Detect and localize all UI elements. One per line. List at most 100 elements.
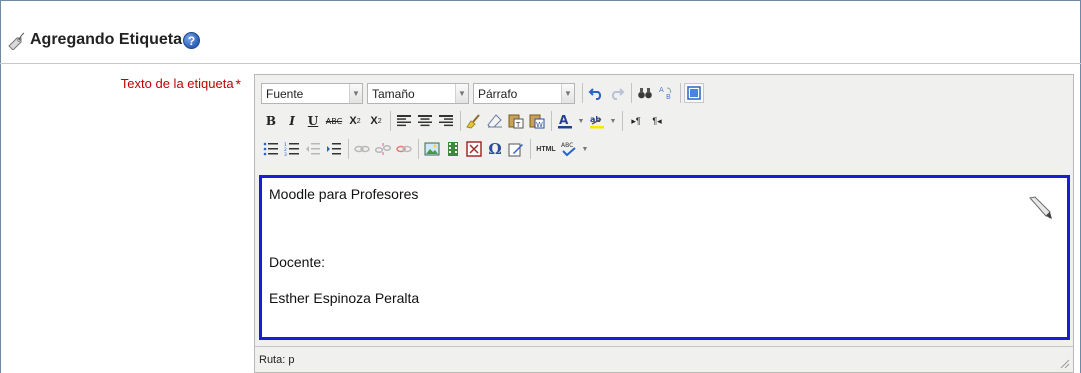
text-color-dropdown[interactable]: ▼: [576, 111, 586, 131]
underline-button[interactable]: U: [303, 111, 323, 131]
bold-button[interactable]: B: [261, 111, 281, 131]
align-right-button[interactable]: [436, 111, 456, 131]
required-asterisk: *: [235, 76, 241, 92]
font-size-value: Tamaño: [372, 86, 415, 101]
font-family-value: Fuente: [266, 86, 304, 101]
edit-table-button[interactable]: [506, 139, 526, 159]
page-title: Agregando Etiqueta: [30, 31, 183, 48]
paste-text-icon: T: [508, 114, 524, 129]
chevron-down-icon: ▼: [609, 117, 617, 125]
paragraph-format-select[interactable]: Párrafo ▼: [473, 82, 575, 104]
superscript-glyph: X: [370, 115, 378, 127]
broom-icon: [466, 114, 480, 129]
spellcheck-icon: ABC: [561, 142, 576, 157]
replace-button[interactable]: AB: [656, 83, 676, 103]
eraser-icon: [487, 114, 502, 128]
rich-text-editor: Fuente ▼ Tamaño ▼ Párrafo ▼ AB B I U ABC…: [254, 74, 1074, 373]
help-icon[interactable]: ?: [183, 31, 201, 49]
redo-button[interactable]: [607, 83, 627, 103]
toolbar-row-2: B I U ABC X2 X2 T W A ▼ ab ▼ ▸¶ ¶◂: [261, 109, 668, 133]
ltr-button[interactable]: ▸¶: [626, 111, 646, 131]
insert-moodle-media-button[interactable]: [464, 139, 484, 159]
chevron-down-icon: ▼: [561, 83, 574, 103]
svg-text:A: A: [659, 86, 664, 94]
toolbar-separator: [680, 83, 681, 103]
toolbar-separator: [460, 111, 461, 131]
find-button[interactable]: [635, 83, 655, 103]
redo-icon: [611, 88, 625, 100]
editor-content-area[interactable]: Moodle para Profesores Docente: Esther E…: [259, 175, 1070, 340]
cleanup-button[interactable]: [464, 111, 484, 131]
align-left-button[interactable]: [394, 111, 414, 131]
highlight-icon: ab: [590, 115, 604, 129]
spellcheck-dropdown[interactable]: ▼: [580, 139, 590, 159]
text-color-button[interactable]: A: [555, 111, 575, 131]
numbered-list-icon: 123: [284, 142, 299, 156]
subscript-button[interactable]: X2: [345, 111, 365, 131]
html-glyph: HTML: [536, 145, 556, 153]
chevron-down-icon: ▼: [455, 83, 468, 103]
image-icon: [424, 142, 440, 156]
align-center-button[interactable]: [415, 111, 435, 131]
paragraph-format-value: Párrafo: [478, 86, 518, 101]
unlink-button[interactable]: [373, 139, 393, 159]
content-line: Moodle para Profesores: [269, 186, 419, 202]
edit-icon: [508, 143, 523, 157]
toolbar-row-3: 123 Ω HTML ABC ▼: [261, 137, 591, 161]
undo-button[interactable]: [586, 83, 606, 103]
spellcheck-button[interactable]: ABC: [559, 139, 579, 159]
remove-format-button[interactable]: [485, 111, 505, 131]
outdent-icon: [306, 143, 320, 155]
anchor-button[interactable]: [394, 139, 414, 159]
chevron-down-icon: ▼: [349, 83, 362, 103]
insert-image-button[interactable]: [422, 139, 442, 159]
strikethrough-glyph: ABC: [325, 116, 343, 126]
special-char-button[interactable]: Ω: [485, 139, 505, 159]
bullet-list-icon: [263, 142, 278, 156]
svg-text:B: B: [666, 93, 671, 101]
svg-text:T: T: [515, 121, 521, 129]
insert-link-button[interactable]: [352, 139, 372, 159]
rtl-glyph: ¶◂: [652, 115, 662, 126]
font-size-select[interactable]: Tamaño ▼: [367, 82, 469, 104]
resize-grip-icon[interactable]: [1058, 357, 1070, 369]
editor-statusbar: Ruta: p: [255, 346, 1073, 372]
html-source-button[interactable]: HTML: [534, 139, 558, 159]
chevron-down-icon: ▼: [581, 145, 589, 153]
numbered-list-button[interactable]: 123: [282, 139, 302, 159]
toolbar-separator: [348, 139, 349, 159]
italic-button[interactable]: I: [282, 111, 302, 131]
indent-button[interactable]: [324, 139, 344, 159]
superscript-button[interactable]: X2: [366, 111, 386, 131]
rtl-button[interactable]: ¶◂: [647, 111, 667, 131]
field-label: Texto de la etiqueta *: [121, 76, 241, 92]
ltr-glyph: ▸¶: [631, 115, 641, 126]
toolbar-separator: [582, 83, 583, 103]
toolbar-separator: [530, 139, 531, 159]
chevron-down-icon: ▼: [577, 117, 585, 125]
fullscreen-icon: [687, 86, 701, 100]
link-icon: [354, 145, 370, 153]
paste-word-button[interactable]: W: [527, 111, 547, 131]
replace-icon: AB: [659, 86, 672, 101]
paste-text-button[interactable]: T: [506, 111, 526, 131]
font-family-select[interactable]: Fuente ▼: [261, 82, 363, 104]
divider: [0, 63, 1081, 64]
outdent-button[interactable]: [303, 139, 323, 159]
insert-media-button[interactable]: [443, 139, 463, 159]
film-icon: [448, 142, 458, 156]
highlight-color-button[interactable]: ab: [587, 111, 607, 131]
highlight-color-dropdown[interactable]: ▼: [608, 111, 618, 131]
bold-glyph: B: [265, 114, 277, 128]
toolbar-separator: [631, 83, 632, 103]
underline-glyph: U: [307, 114, 319, 128]
content-line: Esther Espinoza Peralta: [269, 290, 420, 306]
undo-icon: [588, 88, 602, 100]
toolbar-separator: [390, 111, 391, 131]
bullet-list-button[interactable]: [261, 139, 281, 159]
fullscreen-button[interactable]: [684, 83, 704, 103]
svg-text:ABC: ABC: [561, 142, 573, 149]
align-right-icon: [439, 115, 453, 127]
unlink-icon: [375, 143, 391, 155]
strikethrough-button[interactable]: ABC: [324, 111, 344, 131]
